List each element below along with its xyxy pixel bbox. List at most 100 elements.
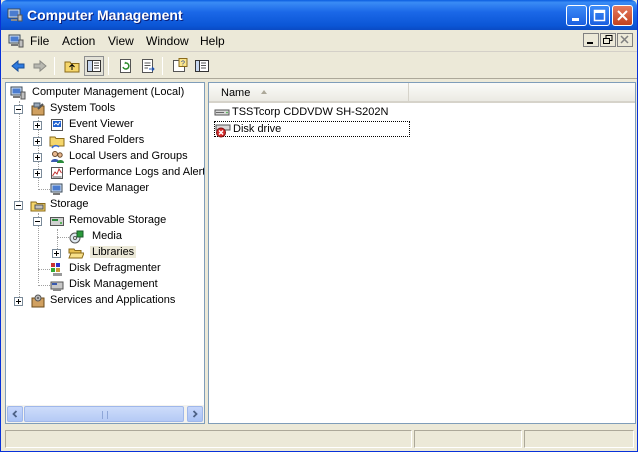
tree-connector <box>57 229 58 251</box>
properties-icon <box>195 60 209 72</box>
forward-button[interactable] <box>30 56 50 76</box>
scroll-thumb[interactable] <box>24 406 184 422</box>
svg-text:?: ? <box>181 61 185 68</box>
scroll-right-button[interactable] <box>187 406 203 422</box>
collapse-toggle[interactable] <box>14 201 23 210</box>
tree-node-label: Libraries <box>90 246 137 258</box>
refresh-button[interactable] <box>116 56 136 76</box>
expand-toggle[interactable] <box>52 249 61 258</box>
expand-toggle[interactable] <box>14 297 23 306</box>
tree-node-label: Services and Applications <box>50 294 176 306</box>
removable-storage-icon <box>50 217 64 226</box>
maximize-button[interactable] <box>589 5 610 26</box>
back-icon <box>11 59 25 73</box>
menu-file[interactable]: File <box>30 34 49 48</box>
export-list-icon <box>142 59 155 73</box>
close-button[interactable] <box>612 5 633 26</box>
cd-drive-icon <box>214 109 230 116</box>
media-icon <box>69 230 84 244</box>
services-applications-icon <box>31 294 45 308</box>
chevron-left-icon <box>12 410 18 418</box>
window-title: Computer Management <box>27 7 183 23</box>
title-bar[interactable]: Computer Management <box>1 0 637 30</box>
menu-view[interactable]: View <box>108 34 134 48</box>
properties-button[interactable] <box>192 56 212 76</box>
scroll-grip <box>102 411 108 419</box>
help-icon: ? <box>173 58 188 72</box>
disk-management-icon <box>50 281 64 291</box>
computer-management-icon <box>7 8 23 22</box>
column-header-name[interactable]: Name <box>209 83 409 101</box>
users-group-icon <box>51 151 64 163</box>
tree-node-label: Computer Management (Local) <box>32 86 185 98</box>
tree-node-label: Event Viewer <box>69 118 134 130</box>
column-header-label: Name <box>221 87 251 99</box>
tree-node-label: Shared Folders <box>69 134 145 146</box>
close-icon <box>617 10 628 21</box>
expand-toggle[interactable] <box>33 169 42 178</box>
list-item-cd-drive[interactable]: TSSTcorp CDDVDW SH-S202N <box>214 105 394 121</box>
status-cell-main <box>5 430 412 448</box>
list-item-disk-drive[interactable]: Disk drive <box>214 121 410 138</box>
expand-toggle[interactable] <box>33 153 42 162</box>
tree-node-label: System Tools <box>50 102 116 114</box>
restore-icon <box>603 35 613 44</box>
system-tools-icon <box>31 102 45 116</box>
tree-node-label: Storage <box>50 198 89 210</box>
child-restore-button[interactable] <box>600 33 616 47</box>
expand-toggle[interactable] <box>33 137 42 146</box>
console-tree-pane[interactable]: Computer Management (Local) System Tools… <box>5 82 205 424</box>
mmc-console-icon[interactable] <box>8 33 24 49</box>
expand-toggle[interactable] <box>33 121 42 130</box>
menu-action[interactable]: Action <box>62 34 95 48</box>
collapse-toggle[interactable] <box>14 105 23 114</box>
tree-node-label: Removable Storage <box>69 214 167 226</box>
event-viewer-icon <box>51 119 63 131</box>
child-close-button[interactable] <box>617 33 633 47</box>
help-button[interactable]: ? <box>170 56 190 76</box>
list-item-label: Disk drive <box>233 123 282 135</box>
computer-management-window: Computer Management File Action View Win… <box>0 0 638 452</box>
minimize-icon <box>587 42 593 44</box>
maximize-icon <box>593 9 606 22</box>
status-cell-secondary <box>414 430 522 448</box>
tree-node-label: Disk Defragmenter <box>69 262 161 274</box>
up-one-level-button[interactable] <box>62 56 82 76</box>
list-item-label: TSSTcorp CDDVDW SH-S202N <box>232 106 389 118</box>
performance-logs-icon <box>51 167 63 179</box>
minimize-icon <box>572 18 579 21</box>
status-cell-tertiary <box>524 430 634 448</box>
up-folder-icon <box>64 61 80 73</box>
tree-node-label: Disk Management <box>69 278 158 290</box>
menu-help[interactable]: Help <box>200 34 225 48</box>
shared-folder-icon <box>49 136 65 149</box>
refresh-icon <box>120 59 131 73</box>
menu-window[interactable]: Window <box>146 34 189 48</box>
list-header: Name <box>209 83 635 103</box>
show-hide-tree-button[interactable] <box>84 56 104 76</box>
open-folder-icon <box>68 248 84 259</box>
tree-horizontal-scrollbar[interactable] <box>6 405 204 423</box>
tree-node-label: Performance Logs and Alerts <box>69 166 204 178</box>
console-tree[interactable]: Computer Management (Local) System Tools… <box>6 83 204 405</box>
toolbar: ? <box>2 53 637 79</box>
forward-icon <box>33 59 47 73</box>
status-bar <box>2 427 637 451</box>
tree-node-label: Media <box>92 230 122 242</box>
tree-node-label: Device Manager <box>69 182 150 194</box>
sort-ascending-icon <box>261 90 267 94</box>
collapse-toggle[interactable] <box>33 217 42 226</box>
computer-management-icon <box>10 86 26 100</box>
back-button[interactable] <box>8 56 28 76</box>
scroll-left-button[interactable] <box>7 406 23 422</box>
details-pane[interactable]: Name TSSTcorp CDDVDW SH-S202N Disk drive <box>208 82 636 424</box>
device-manager-icon <box>50 183 63 195</box>
export-list-button[interactable] <box>138 56 158 76</box>
disk-drive-error-icon <box>215 124 231 138</box>
child-minimize-button[interactable] <box>583 33 599 47</box>
disk-defragmenter-icon <box>51 263 62 276</box>
tree-connector <box>19 101 20 299</box>
minimize-button[interactable] <box>566 5 587 26</box>
toolbar-separator <box>108 57 109 75</box>
toolbar-separator <box>54 57 55 75</box>
